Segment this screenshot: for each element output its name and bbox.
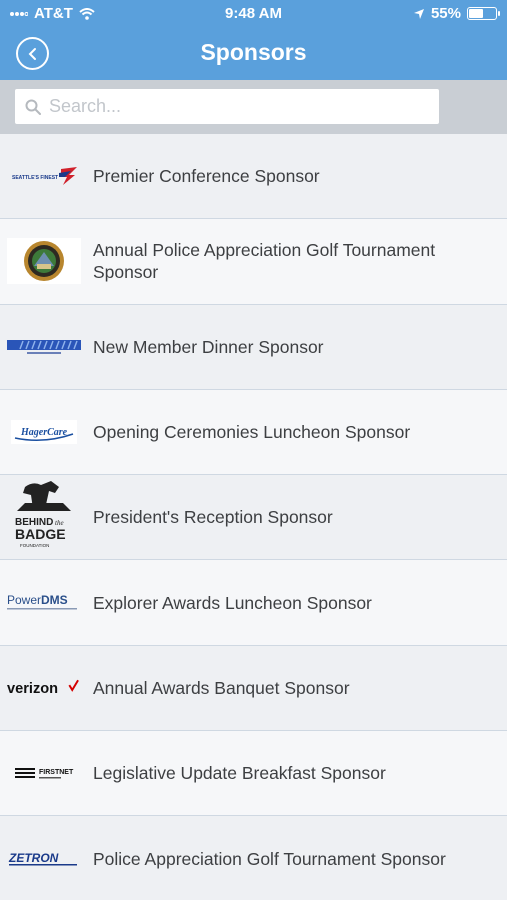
- sponsor-row[interactable]: ZETRON Police Appreciation Golf Tourname…: [0, 816, 507, 900]
- blue-banner-logo: [7, 337, 81, 357]
- svg-text:PowerDMS: PowerDMS: [7, 593, 68, 607]
- police-seal-logo: [7, 238, 81, 285]
- sponsor-label: Opening Ceremonies Luncheon Sponsor: [93, 422, 411, 443]
- sponsor-label: President's Reception Sponsor: [93, 507, 333, 528]
- sponsor-label: Premier Conference Sponsor: [93, 166, 320, 187]
- sponsor-label: New Member Dinner Sponsor: [93, 336, 324, 357]
- page-title: Sponsors: [200, 39, 307, 65]
- location-arrow-icon: [413, 8, 424, 19]
- battery-percent: 55%: [430, 5, 461, 22]
- behind-the-badge-logo: BEHIND the BADGE FOUNDATION: [7, 479, 81, 555]
- search-box[interactable]: [15, 89, 439, 124]
- sponsor-row[interactable]: BEHIND the BADGE FOUNDATION President's …: [0, 475, 507, 561]
- status-bar: AT&T 9:48 AM 55%: [0, 0, 507, 28]
- sponsor-row[interactable]: SEATTLE'S FINEST Premier Conference Spon…: [0, 134, 507, 220]
- sponsor-row[interactable]: PowerDMS Explorer Awards Luncheon Sponso…: [0, 560, 507, 646]
- zetron-logo: ZETRON: [7, 849, 81, 869]
- sponsor-row[interactable]: New Member Dinner Sponsor: [0, 304, 507, 390]
- svg-text:FOUNDATION: FOUNDATION: [20, 543, 49, 548]
- svg-text:HagerCare: HagerCare: [20, 427, 68, 438]
- search-input[interactable]: [49, 96, 409, 117]
- sponsor-row[interactable]: HagerCare Opening Ceremonies Luncheon Sp…: [0, 389, 507, 476]
- sponsor-row[interactable]: Annual Police Appreciation Golf Tourname…: [0, 219, 507, 305]
- search-icon: [25, 99, 41, 115]
- sponsor-row[interactable]: FIRSTNET Legislative Update Breakfast Sp…: [0, 731, 507, 817]
- battery-icon: [467, 7, 500, 20]
- sponsor-label: Explorer Awards Luncheon Sponsor: [93, 592, 372, 613]
- firstnet-logo: FIRSTNET: [7, 762, 81, 784]
- svg-text:verizon: verizon: [7, 681, 58, 697]
- powerdms-logo: PowerDMS: [7, 590, 81, 616]
- sponsor-label: Annual Awards Banquet Sponsor: [93, 677, 350, 698]
- sponsor-list: SEATTLE'S FINEST Premier Conference Spon…: [0, 134, 507, 900]
- sponsor-label: Legislative Update Breakfast Sponsor: [93, 763, 386, 784]
- seattles-finest-logo: SEATTLE'S FINEST: [7, 163, 81, 189]
- svg-text:ZETRON: ZETRON: [8, 851, 59, 865]
- svg-text:BADGE: BADGE: [15, 526, 66, 542]
- svg-text:FIRSTNET: FIRSTNET: [39, 769, 74, 776]
- search-bar: [0, 80, 507, 134]
- sponsor-label: Annual Police Appreciation Golf Tourname…: [93, 240, 436, 283]
- sponsor-label: Police Appreciation Golf Tournament Spon…: [93, 848, 446, 869]
- nav-bar: Sponsors: [0, 28, 507, 80]
- hagercare-logo: HagerCare: [7, 420, 81, 445]
- status-right: 55%: [413, 5, 500, 22]
- verizon-logo: verizon: [7, 677, 81, 699]
- svg-text:SEATTLE'S FINEST: SEATTLE'S FINEST: [12, 175, 58, 181]
- sponsor-row[interactable]: verizon Annual Awards Banquet Sponsor: [0, 645, 507, 732]
